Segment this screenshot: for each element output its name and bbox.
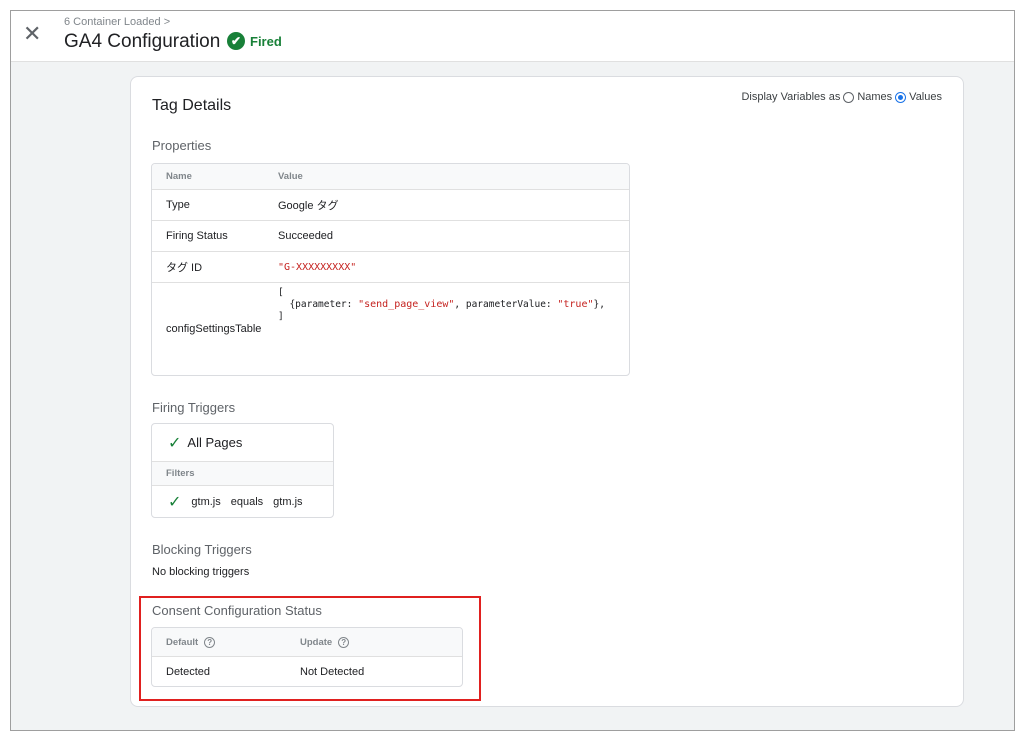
filter-row: ✓ gtm.js equals gtm.js — [152, 485, 333, 517]
page-title: GA4 Configuration — [64, 31, 221, 52]
check-circle-icon: ✔ — [227, 32, 245, 50]
code-string: "send_page_view" — [358, 299, 455, 310]
code-text: {parameter: — [278, 299, 359, 310]
close-icon[interactable]: ✕ — [23, 21, 41, 47]
filter-value: gtm.js — [273, 495, 303, 508]
blocking-triggers-heading: Blocking Triggers — [152, 542, 252, 557]
firing-triggers-heading: Firing Triggers — [152, 400, 236, 415]
tag-details-window: ✕ 6 Container Loaded > GA4 Configuration… — [10, 10, 1015, 731]
filter-operator: equals — [230, 495, 264, 508]
row-value: Succeeded — [278, 230, 334, 242]
status-badge: ✔ Fired — [227, 32, 282, 50]
display-variables-toggle: Display Variables as Names Values — [741, 91, 942, 103]
properties-heading: Properties — [152, 138, 212, 153]
filters-label: Filters — [166, 468, 195, 479]
no-blocking-text: No blocking triggers — [152, 566, 250, 578]
filter-variable: gtm.js — [191, 495, 221, 508]
header: ✕ 6 Container Loaded > GA4 Configuration… — [11, 11, 1014, 62]
display-variables-label: Display Variables as — [741, 91, 841, 103]
trigger-row[interactable]: ✓ All Pages — [152, 424, 333, 461]
row-value: "G-XXXXXXXXX" — [278, 261, 357, 273]
table-row: タグ ID "G-XXXXXXXXX" — [152, 251, 629, 282]
firing-triggers-table: ✓ All Pages Filters ✓ gtm.js equals gtm.js — [151, 423, 334, 518]
status-text: Fired — [250, 33, 282, 49]
trigger-name: All Pages — [187, 435, 243, 450]
card-title: Tag Details — [152, 97, 232, 114]
row-value: Google タグ — [278, 200, 339, 212]
properties-table: Name Value Type Google タグ Firing Status Suc… — [151, 163, 630, 376]
values-radio[interactable] — [895, 91, 907, 103]
code-line: [ — [278, 287, 284, 298]
row-name: Type — [166, 199, 190, 211]
breadcrumb[interactable]: 6 Container Loaded > — [64, 16, 170, 28]
code-line: {parameter: "send_page_view", parameterV… — [278, 299, 605, 311]
code-string: "true" — [557, 299, 594, 310]
col-value: Value — [278, 171, 303, 182]
names-label[interactable]: Names — [857, 91, 892, 103]
names-radio[interactable] — [843, 91, 855, 103]
row-value: [ {parameter: "send_page_view", paramete… — [278, 287, 605, 323]
row-name: タグ ID — [166, 262, 203, 274]
values-label[interactable]: Values — [909, 91, 942, 103]
code-text: }, — [593, 299, 605, 310]
highlight-box — [139, 596, 481, 701]
check-icon: ✓ — [168, 434, 182, 452]
row-name: Firing Status — [166, 230, 228, 242]
check-icon: ✓ — [168, 493, 182, 511]
table-row: configSettingsTable [ {parameter: "send_… — [152, 282, 629, 375]
code-text: , parameterValue: — [454, 299, 558, 310]
code-line: ] — [278, 311, 284, 322]
row-name: configSettingsTable — [166, 323, 262, 335]
col-name: Name — [166, 171, 192, 182]
table-row: Firing Status Succeeded — [152, 220, 629, 251]
table-row: Type Google タグ — [152, 189, 629, 220]
